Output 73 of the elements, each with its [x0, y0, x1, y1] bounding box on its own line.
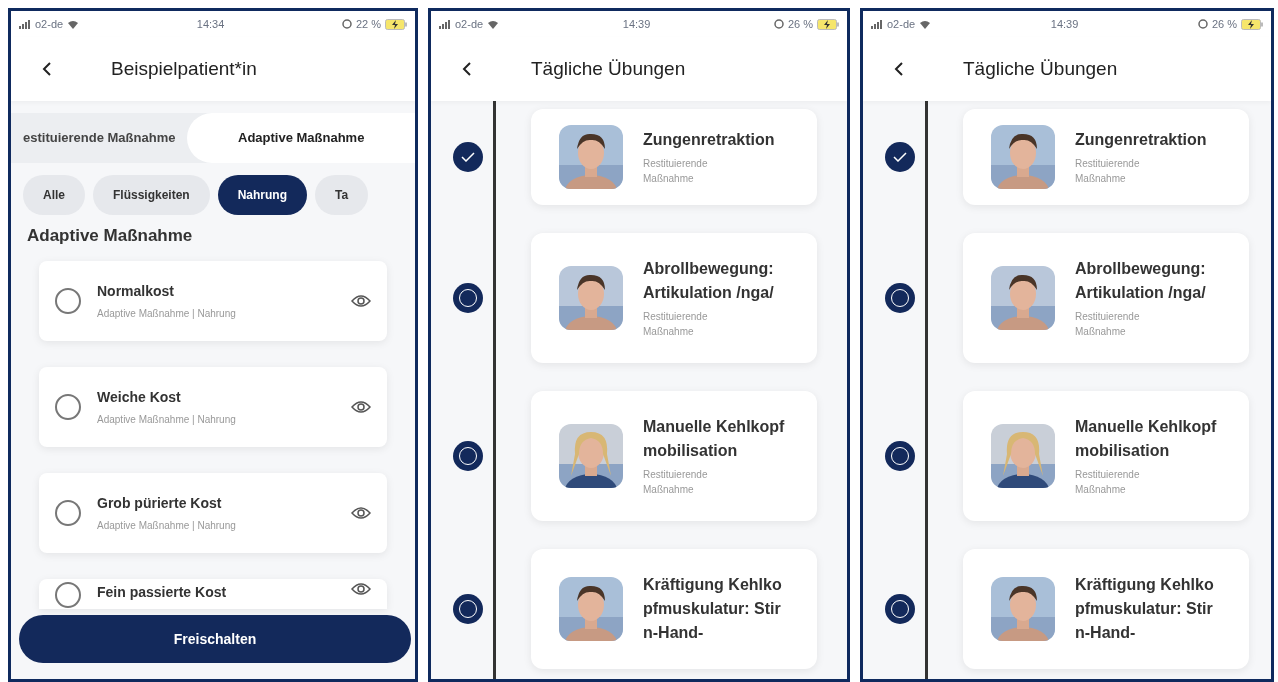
battery-icon — [817, 18, 839, 30]
exercise-card[interactable]: Kräftigung Kehlkopfmuskulatur: Stirn-Hand- — [531, 549, 817, 669]
battery-percentage: 26 % — [787, 16, 813, 32]
signal-icon — [19, 19, 31, 29]
exercise-card[interactable]: Abrollbewegung: Artikulation /nga/ Restituierende Maßnahme — [531, 233, 817, 363]
option-subtitle: Adaptive Maßnahme | Nahrung — [97, 518, 237, 533]
filter-chip[interactable]: Nahrung — [217, 175, 308, 215]
exercise-category: Restituierende Maßnahme — [643, 468, 709, 497]
battery-percentage: 22 % — [355, 16, 381, 32]
exercise-title: Zungenretraktion — [643, 130, 776, 150]
exercise-title: Abrollbewegung: Artikulation /nga/ — [643, 259, 775, 303]
filter-chip[interactable]: Ta — [315, 175, 369, 215]
battery-percentage: 26 % — [1211, 16, 1237, 32]
exercise-title: Kräftigung Kehlkopfmuskulatur: Stirn-Hand- — [1075, 575, 1215, 643]
screen-title: Beispielpatient*in — [111, 56, 257, 81]
back-chevron-icon — [42, 61, 52, 77]
option-subtitle: Adaptive Maßnahme | Nahrung — [97, 412, 237, 427]
signal-icon — [439, 19, 451, 29]
tab[interactable]: Adaptive Maßnahme — [187, 113, 415, 163]
clock-time: 14:34 — [196, 16, 225, 32]
option-title: Fein passierte Kost — [97, 582, 228, 602]
radio-button[interactable] — [55, 287, 81, 314]
food-option-card[interactable]: Fein passierte Kost — [39, 578, 387, 609]
tab[interactable]: estituierende Maßnahme — [11, 113, 188, 163]
option-subtitle: Adaptive Maßnahme | Nahrung — [97, 306, 237, 321]
exercise-card[interactable]: Zungenretraktion Restituierende Maßnahme — [531, 109, 817, 205]
clock-time: 14:39 — [622, 16, 651, 32]
exercise-card[interactable]: Abrollbewegung: Artikulation /nga/ Restituierende Maßnahme — [963, 233, 1249, 363]
radio-button[interactable] — [55, 581, 81, 608]
exercise-category: Restituierende Maßnahme — [1075, 310, 1141, 339]
section-heading: Adaptive Maßnahme — [26, 225, 194, 247]
screen-title: Tägliche Übungen — [963, 56, 1118, 81]
exercise-title: Manuelle Kehlkopfmobilisation — [1075, 417, 1218, 461]
screen-title: Tägliche Übungen — [531, 56, 686, 81]
eye-icon[interactable] — [351, 293, 371, 308]
carrier-name: o2-de — [887, 16, 916, 32]
exercise-card[interactable]: Manuelle Kehlkopfmobilisation Restituierende Maßnahme — [531, 391, 817, 521]
wifi-icon — [919, 19, 932, 29]
back-chevron-icon — [894, 61, 904, 77]
unlock-button[interactable]: Freischalten — [19, 615, 411, 663]
option-title: Grob pürierte Kost — [97, 493, 223, 513]
exercise-title: Manuelle Kehlkopfmobilisation — [643, 417, 786, 461]
filter-chip[interactable]: Flüssigkeiten — [93, 175, 210, 215]
clock-time: 14:39 — [1050, 16, 1079, 32]
wifi-icon — [67, 19, 80, 29]
carrier-name: o2-de — [455, 16, 484, 32]
carrier-name: o2-de — [35, 16, 64, 32]
exercise-category: Restituierende Maßnahme — [1075, 157, 1141, 186]
exercise-card[interactable]: Zungenretraktion Restituierende Maßnahme — [963, 109, 1249, 205]
exercise-card[interactable]: Manuelle Kehlkopfmobilisation Restituierende Maßnahme — [963, 391, 1249, 521]
signal-icon — [871, 19, 883, 29]
eye-icon[interactable] — [351, 581, 371, 596]
food-option-card[interactable]: Grob pürierte Kost Adaptive Maßnahme | Nahrung — [39, 472, 387, 553]
exercise-title: Abrollbewegung: Artikulation /nga/ — [1075, 259, 1207, 303]
radio-button[interactable] — [55, 393, 81, 420]
exercise-category: Restituierende Maßnahme — [1075, 468, 1141, 497]
filter-chip[interactable]: Alle — [23, 175, 85, 215]
wifi-icon — [487, 19, 500, 29]
food-option-card[interactable]: Normalkost Adaptive Maßnahme | Nahrung — [39, 260, 387, 341]
option-title: Normalkost — [97, 281, 176, 301]
exercise-card[interactable]: Kräftigung Kehlkopfmuskulatur: Stirn-Hand- — [963, 549, 1249, 669]
battery-icon — [385, 18, 407, 30]
eye-icon[interactable] — [351, 399, 371, 414]
food-option-card[interactable]: Weiche Kost Adaptive Maßnahme | Nahrung — [39, 366, 387, 447]
radio-button[interactable] — [55, 499, 81, 526]
option-title: Weiche Kost — [97, 387, 182, 407]
battery-icon — [1241, 18, 1263, 30]
eye-icon[interactable] — [351, 505, 371, 520]
exercise-category: Restituierende Maßnahme — [643, 310, 709, 339]
exercise-title: Kräftigung Kehlkopfmuskulatur: Stirn-Hand- — [643, 575, 783, 643]
exercise-category: Restituierende Maßnahme — [643, 157, 709, 186]
back-chevron-icon — [462, 61, 472, 77]
exercise-title: Zungenretraktion — [1075, 130, 1208, 150]
